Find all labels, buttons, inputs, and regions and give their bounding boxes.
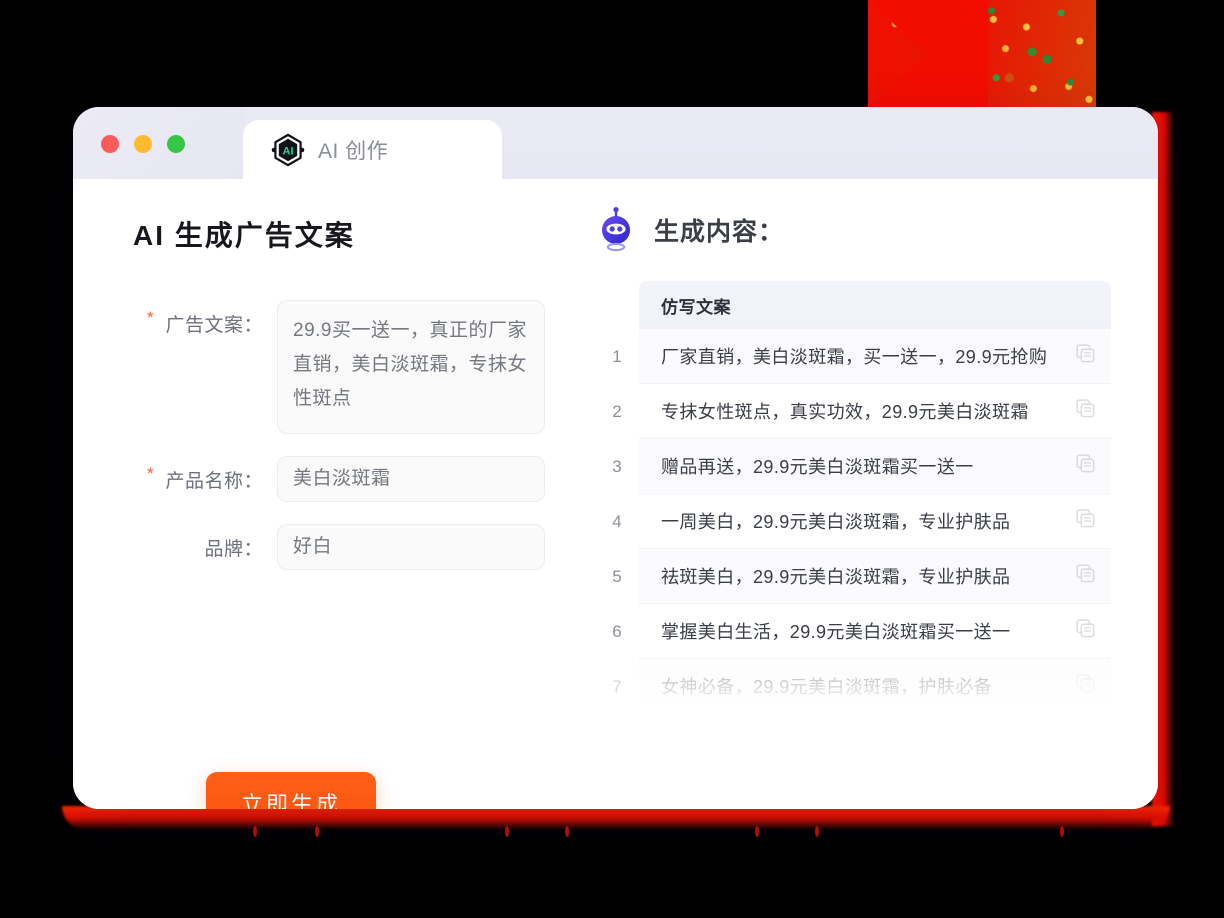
generated-content-title: 生成内容： (654, 218, 785, 246)
table-row-2[interactable]: 2 专抹女性斑点，真实功效，29.9元美白淡斑霜 (595, 384, 1111, 439)
field-label-text: 广告文案： (165, 315, 263, 336)
form-field-brand: * 品牌： 好白 (133, 524, 573, 570)
ad-copy-control: 29.9买一送一，真正的厂家直销，美白淡斑霜，专抹女性斑点 (277, 300, 545, 434)
tab-ai-creation[interactable]: AI AI 创作 (243, 120, 502, 179)
decorative-speck (505, 826, 509, 837)
row-text: 女神必备，29.9元美白淡斑霜，护肤必备 (661, 677, 993, 697)
copy-icon[interactable] (1076, 399, 1095, 423)
maximize-button[interactable] (167, 135, 185, 153)
decorative-speck (565, 826, 569, 837)
app-window: AI AI 创作 AI 生成广告文案 * 广告文案： 29.9买一送一，真正的厂… (73, 107, 1158, 809)
copy-icon[interactable] (1076, 454, 1095, 478)
copy-icon[interactable] (1076, 509, 1095, 533)
row-number: 2 (612, 401, 622, 421)
robot-head-icon (595, 207, 637, 253)
copy-icon[interactable] (1076, 564, 1095, 588)
table-header-row: 仿写文案 (639, 281, 1111, 329)
row-number: 1 (612, 346, 622, 366)
ai-hexagon-logo-icon: AI (271, 133, 305, 167)
copy-icon[interactable] (1076, 619, 1095, 643)
field-label-product-name: * 产品名称： (133, 456, 263, 493)
row-number: 3 (612, 456, 622, 476)
row-text: 掌握美白生活，29.9元美白淡斑霜买一送一 (661, 622, 1011, 642)
generated-content-header: 生成内容： (595, 207, 1158, 253)
generate-now-button[interactable]: 立即生成 (206, 772, 376, 809)
row-cell[interactable]: 赠品再送，29.9元美白淡斑霜买一送一 (639, 439, 1111, 494)
decorative-speck (315, 826, 319, 837)
row-text: 祛斑美白，29.9元美白淡斑霜，专业护肤品 (661, 567, 1011, 587)
decorative-speck (755, 826, 759, 837)
brand-input[interactable]: 好白 (277, 524, 545, 570)
ad-copy-textarea[interactable]: 29.9买一送一，真正的厂家直销，美白淡斑霜，专抹女性斑点 (277, 300, 545, 434)
product-name-control: 美白淡斑霜 (277, 456, 545, 502)
decorative-speck (253, 826, 257, 837)
row-text: 一周美白，29.9元美白淡斑霜，专业护肤品 (661, 512, 1011, 532)
brand-control: 好白 (277, 524, 545, 570)
table-row-6[interactable]: 6 掌握美白生活，29.9元美白淡斑霜买一送一 (595, 604, 1111, 659)
row-cell[interactable]: 专抹女性斑点，真实功效，29.9元美白淡斑霜 (639, 384, 1111, 439)
table-row-5[interactable]: 5 祛斑美白，29.9元美白淡斑霜，专业护肤品 (595, 549, 1111, 604)
ad-copy-form-panel: AI 生成广告文案 * 广告文案： 29.9买一送一，真正的厂家直销，美白淡斑霜… (73, 179, 573, 809)
generated-content-panel: 生成内容： 仿写文案 1 厂家直销，美白淡斑霜，买一送一，29.9元抢购 2 专… (573, 179, 1158, 809)
field-label-text: 产品名称： (165, 471, 263, 492)
required-asterisk-icon: * (147, 308, 155, 327)
row-number: 4 (612, 511, 622, 531)
column-header-copy: 仿写文案 (661, 297, 731, 317)
table-row-1[interactable]: 1 厂家直销，美白淡斑霜，买一送一，29.9元抢购 (595, 329, 1111, 384)
copy-icon[interactable] (1076, 674, 1095, 698)
row-number: 7 (612, 676, 622, 696)
decorative-speck (1060, 826, 1064, 837)
generated-results-table: 仿写文案 1 厂家直销，美白淡斑霜，买一送一，29.9元抢购 2 专抹女性斑点，… (595, 281, 1111, 714)
decorative-red-glow-bottom (62, 806, 1170, 830)
table-row-3[interactable]: 3 赠品再送，29.9元美白淡斑霜买一送一 (595, 439, 1111, 494)
required-asterisk-icon: * (147, 464, 155, 483)
row-number: 6 (612, 621, 622, 641)
decorative-confetti-texture (980, 0, 1096, 108)
table-row-7[interactable]: 7 女神必备，29.9元美白淡斑霜，护肤必备 (595, 659, 1111, 714)
field-label-ad-copy: * 广告文案： (133, 300, 263, 337)
svg-text:AI: AI (282, 145, 293, 157)
row-text: 专抹女性斑点，真实功效，29.9元美白淡斑霜 (661, 402, 1029, 422)
field-label-text: 品牌： (204, 539, 263, 560)
row-text: 赠品再送，29.9元美白淡斑霜买一送一 (661, 457, 974, 477)
field-label-brand: * 品牌： (133, 524, 263, 561)
minimize-button[interactable] (134, 135, 152, 153)
row-cell[interactable]: 厂家直销，美白淡斑霜，买一送一，29.9元抢购 (639, 329, 1111, 384)
copy-icon[interactable] (1076, 344, 1095, 368)
row-cell[interactable]: 掌握美白生活，29.9元美白淡斑霜买一送一 (639, 604, 1111, 659)
row-cell[interactable]: 女神必备，29.9元美白淡斑霜，护肤必备 (639, 659, 1111, 714)
product-name-input[interactable]: 美白淡斑霜 (277, 456, 545, 502)
row-cell[interactable]: 一周美白，29.9元美白淡斑霜，专业护肤品 (639, 494, 1111, 549)
window-titlebar: AI AI 创作 (73, 107, 1158, 179)
table-row-4[interactable]: 4 一周美白，29.9元美白淡斑霜，专业护肤品 (595, 494, 1111, 549)
close-button[interactable] (101, 135, 119, 153)
tab-label: AI 创作 (318, 139, 389, 163)
row-cell[interactable]: 祛斑美白，29.9元美白淡斑霜，专业护肤品 (639, 549, 1111, 604)
window-body: AI 生成广告文案 * 广告文案： 29.9买一送一，真正的厂家直销，美白淡斑霜… (73, 179, 1158, 809)
form-field-ad-copy: * 广告文案： 29.9买一送一，真正的厂家直销，美白淡斑霜，专抹女性斑点 (133, 300, 573, 434)
page-title: AI 生成广告文案 (133, 220, 355, 251)
row-text: 厂家直销，美白淡斑霜，买一送一，29.9元抢购 (661, 347, 1048, 367)
decorative-speck (815, 826, 819, 837)
row-number: 5 (612, 566, 622, 586)
table-body: 1 厂家直销，美白淡斑霜，买一送一，29.9元抢购 2 专抹女性斑点，真实功效，… (595, 329, 1111, 714)
window-controls[interactable] (101, 135, 185, 153)
form-field-product-name: * 产品名称： 美白淡斑霜 (133, 456, 573, 502)
screenshot-stage: AI AI 创作 AI 生成广告文案 * 广告文案： 29.9买一送一，真正的厂… (0, 0, 1224, 918)
